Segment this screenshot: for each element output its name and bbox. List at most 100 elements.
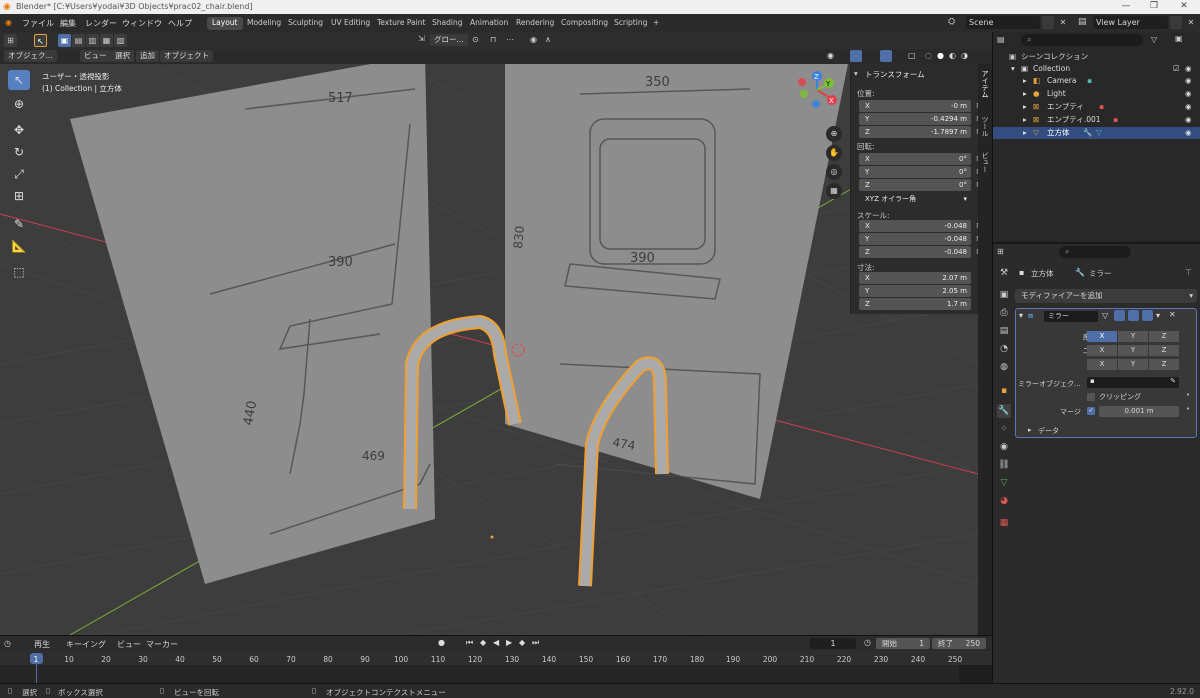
outliner-item-empty-001[interactable]: ▸ ⊠ エンプティ.001 ▪ ◉ <box>993 114 1200 126</box>
playback-menu[interactable]: 再生 <box>34 639 50 650</box>
cursor-tool-icon[interactable]: ⊕ <box>8 94 30 114</box>
modifier-props-icon[interactable]: 🔧 <box>997 404 1011 418</box>
object-menu[interactable]: オブジェクト <box>160 50 213 62</box>
shading-material-icon[interactable]: ◐ <box>949 51 956 60</box>
gizmo-toggle-icon[interactable] <box>850 50 862 62</box>
current-frame-field[interactable]: 1 <box>810 638 856 649</box>
bisect-x-toggle[interactable]: X <box>1087 345 1117 356</box>
properties-editor-icon[interactable]: ⊞ <box>997 247 1004 256</box>
texture-props-icon[interactable]: ▦ <box>997 516 1011 530</box>
properties-search-input[interactable]: ⌕ <box>1059 246 1131 258</box>
proportional-edit-icon[interactable]: ◉ <box>530 35 537 44</box>
tab-uv-editing[interactable]: UV Editing <box>326 17 375 30</box>
location-x-field[interactable]: X-0 m⊓ <box>859 100 982 112</box>
material-props-icon[interactable]: ◕ <box>997 494 1011 508</box>
select-box-tool-icon[interactable]: ↖ <box>8 70 30 90</box>
camera-view-icon[interactable]: ◎ <box>826 164 842 180</box>
3d-viewport[interactable]: 517 390 440 469 350 390 830 474 Z X Y ユー… <box>0 64 978 635</box>
orientation-dropdown[interactable]: グロー... <box>430 34 468 46</box>
scale-x-field[interactable]: X-0.048⊓ <box>859 220 982 232</box>
jump-end-icon[interactable]: ⏭ <box>532 638 539 648</box>
collapse-chevron-icon[interactable]: ▾ <box>1019 311 1023 320</box>
rotation-mode-dropdown[interactable]: XYZ オイラー角 ▾ <box>859 193 971 205</box>
filter-icon[interactable]: ▽ <box>1151 35 1157 44</box>
add-menu[interactable]: 追加 <box>136 50 159 62</box>
edit-mode-icon[interactable]: ▽ <box>1102 311 1108 320</box>
location-y-field[interactable]: Y-0.4294 m⊓ <box>859 113 982 125</box>
view-layer-props-icon[interactable]: ▤ <box>997 324 1011 338</box>
mirror-object-field[interactable]: ▪ ✎ <box>1087 377 1179 388</box>
dimensions-z-field[interactable]: Z 1.7 m <box>859 298 971 310</box>
record-icon[interactable]: ● <box>438 638 445 647</box>
start-frame-field[interactable]: 開始 1 <box>876 638 930 649</box>
new-collection-icon[interactable]: ▣ <box>1175 34 1183 43</box>
scale-y-field[interactable]: Y-0.048⊓ <box>859 233 982 245</box>
bisect-z-toggle[interactable]: Z <box>1149 345 1179 356</box>
menu-file[interactable]: ファイル <box>22 18 54 29</box>
shading-solid-icon[interactable]: ● <box>937 51 944 60</box>
on-cage-icon[interactable] <box>1114 310 1125 321</box>
falloff-icon[interactable]: ∧ <box>545 35 551 44</box>
timeline[interactable]: 1 10 20 30 40 50 60 70 80 90 100 110 120… <box>0 651 992 683</box>
scene-props-icon[interactable]: ◔ <box>997 342 1011 356</box>
shading-wireframe-icon[interactable]: ◌ <box>925 51 932 60</box>
outliner-search-input[interactable]: ⌕ <box>1021 34 1143 46</box>
tab-modeling[interactable]: Modeling <box>242 17 286 30</box>
dropdown-chevron-icon[interactable]: ▾ <box>1156 311 1160 320</box>
timeline-editor-icon[interactable]: ◷ <box>4 639 11 648</box>
pan-hand-icon[interactable]: ✋ <box>826 145 842 161</box>
scale-tool-icon[interactable]: ⤢ <box>8 164 30 184</box>
render-props-icon[interactable]: ▣ <box>997 288 1011 302</box>
scale-z-field[interactable]: Z-0.048⊓ <box>859 246 982 258</box>
merge-checkbox[interactable]: ✓ <box>1087 407 1095 415</box>
snap-target-icon[interactable]: ⋯ <box>506 35 514 44</box>
rotation-z-field[interactable]: Z0°⊓ <box>859 179 982 191</box>
add-workspace-button[interactable]: + <box>648 17 664 30</box>
bisect-y-toggle[interactable]: Y <box>1118 345 1148 356</box>
minimize-button[interactable]: — <box>1112 1 1140 11</box>
select-mode-subtract-icon[interactable]: ▥ <box>86 34 99 47</box>
scene-selector[interactable]: Scene <box>966 16 1040 29</box>
view-layer-new-icon[interactable] <box>1170 16 1182 29</box>
view-layer-delete-icon[interactable]: ✕ <box>1185 16 1197 29</box>
constraints-props-icon[interactable]: ⛓ <box>997 458 1011 472</box>
select-tool-icon[interactable]: ↖ <box>34 34 47 47</box>
outliner-item-light[interactable]: ▸ ● Light ◉ <box>993 88 1200 100</box>
rotate-tool-icon[interactable]: ↻ <box>8 142 30 162</box>
axis-y-toggle[interactable]: Y <box>1118 331 1148 342</box>
flip-x-toggle[interactable]: X <box>1087 359 1117 370</box>
editor-type-icon[interactable]: ⊞ <box>4 34 17 47</box>
pivot-icon[interactable]: ⊙ <box>472 35 479 44</box>
shading-rendered-icon[interactable]: ◑ <box>961 51 968 60</box>
prev-keyframe-icon[interactable]: ◆ <box>480 638 486 647</box>
menu-edit[interactable]: 編集 <box>60 18 76 29</box>
outliner-item-cube[interactable]: ▸ ▽ 立方体 🔧 ▽ ◉ <box>993 127 1200 139</box>
clipping-checkbox[interactable] <box>1087 393 1095 401</box>
select-mode-invert-icon[interactable]: ▦ <box>100 34 113 47</box>
menu-render[interactable]: レンダー <box>85 18 117 29</box>
timeline-view-menu[interactable]: ビュー <box>117 639 141 650</box>
transform-tool-icon[interactable]: ⊞ <box>8 186 30 206</box>
axis-z-toggle[interactable]: Z <box>1149 331 1179 342</box>
flip-z-toggle[interactable]: Z <box>1149 359 1179 370</box>
tab-view[interactable]: ビュー <box>980 152 990 173</box>
select-menu[interactable]: 選択 <box>111 50 134 62</box>
zoom-icon[interactable]: ⊕ <box>826 126 842 142</box>
overlay-toggle-icon[interactable] <box>880 50 892 62</box>
select-mode-extend-icon[interactable]: ▤ <box>72 34 85 47</box>
outliner-item-empty[interactable]: ▸ ⊠ エンプティ ▪ ◉ <box>993 101 1200 113</box>
data-subpanel-chevron-icon[interactable]: ▸ <box>1028 426 1032 434</box>
end-frame-field[interactable]: 終了 250 <box>932 638 986 649</box>
tab-animation[interactable]: Animation <box>465 17 513 30</box>
annotate-tool-icon[interactable]: ✎ <box>8 214 30 234</box>
move-tool-icon[interactable]: ✥ <box>8 120 30 140</box>
rotation-y-field[interactable]: Y0°⊓ <box>859 166 982 178</box>
remove-modifier-icon[interactable]: ✕ <box>1169 310 1176 319</box>
tab-scripting[interactable]: Scripting <box>609 17 652 30</box>
tab-sculpting[interactable]: Sculpting <box>283 17 328 30</box>
location-z-field[interactable]: Z-1.7897 m⊓ <box>859 126 982 138</box>
scene-new-icon[interactable] <box>1042 16 1054 29</box>
select-mode-new-icon[interactable]: ▣ <box>58 34 71 47</box>
interaction-mode-dropdown[interactable]: オブジェク... <box>4 50 57 62</box>
outliner-editor-icon[interactable]: ▤ <box>997 35 1005 44</box>
